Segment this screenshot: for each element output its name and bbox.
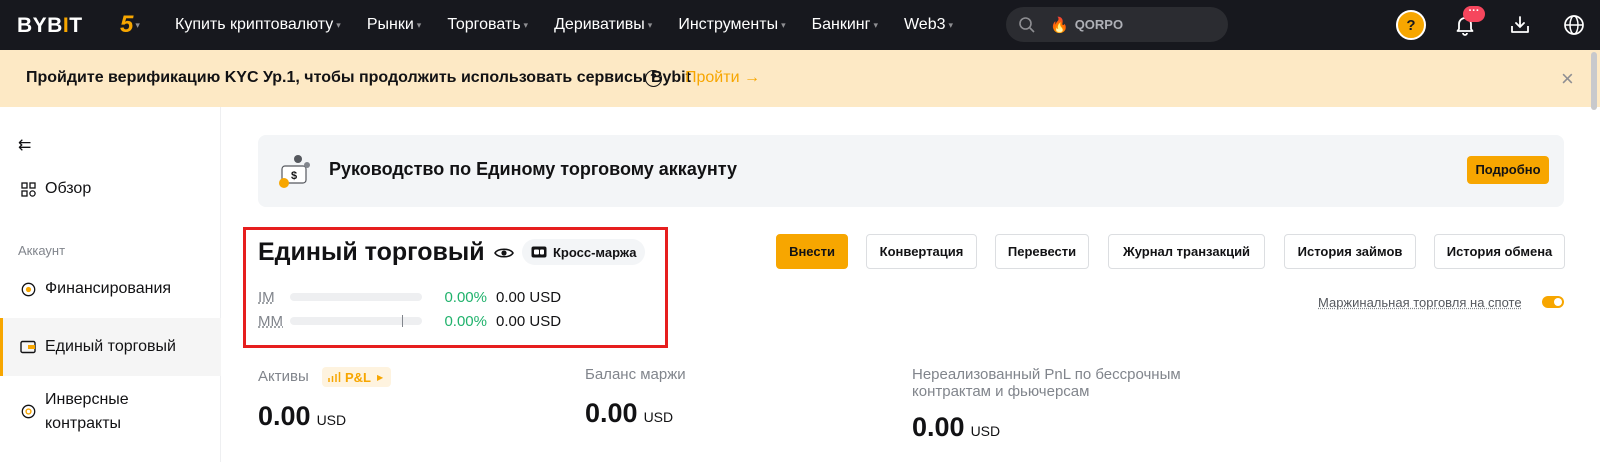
sidebar-item-funding[interactable]: Финансирования bbox=[0, 279, 221, 299]
loan-history-button[interactable]: История займов bbox=[1284, 234, 1416, 269]
language-button[interactable] bbox=[1558, 9, 1590, 41]
details-button[interactable]: Подробно bbox=[1467, 156, 1549, 184]
wallet-icon bbox=[20, 339, 36, 355]
sidebar-item-label: Обзор bbox=[45, 180, 92, 197]
highlight-box bbox=[243, 227, 668, 348]
nav-web3[interactable]: Web3 ▾ bbox=[904, 16, 953, 34]
user-avatar[interactable]: ? bbox=[1395, 9, 1427, 41]
chevron-down-icon: ▾ bbox=[647, 19, 653, 30]
assets-value: 0.00 USD bbox=[258, 401, 347, 431]
anniversary-menu[interactable]: 5 ▾ bbox=[120, 11, 148, 38]
convert-button[interactable]: Конвертация bbox=[866, 234, 977, 269]
guide-title: Руководство по Единому торговому аккаунт… bbox=[329, 159, 737, 179]
chevron-down-icon: ▾ bbox=[948, 19, 954, 30]
unrealized-pnl-label: Нереализованный PnL по бессрочным контра… bbox=[912, 366, 1181, 400]
spot-margin-toggle[interactable] bbox=[1542, 296, 1564, 308]
kyc-banner: Пройдите верификацию KYC Ур.1, чтобы про… bbox=[0, 50, 1600, 107]
chevron-down-icon: ▾ bbox=[135, 19, 140, 30]
deposit-button[interactable]: Внести bbox=[776, 234, 848, 269]
spot-margin-label: Маржинальная торговля на споте bbox=[1318, 295, 1522, 310]
sidebar-item-label: Финансирования bbox=[45, 280, 172, 297]
sidebar-item-label: Единый торговый bbox=[45, 338, 176, 355]
download-icon bbox=[1511, 16, 1529, 33]
unified-account-guide-banner: $ Руководство по Единому торговому аккау… bbox=[258, 135, 1564, 207]
sidebar-item-unified-trading[interactable]: Единый торговый bbox=[0, 318, 221, 376]
margin-balance-label: Баланс маржи bbox=[585, 366, 686, 383]
chevron-down-icon: ▾ bbox=[523, 19, 529, 30]
search-bar[interactable]: 🔥 bbox=[1006, 7, 1228, 42]
coin-icon bbox=[20, 281, 36, 297]
avatar: ? bbox=[1396, 10, 1426, 40]
guide-illustration-icon: $ bbox=[279, 155, 310, 188]
grid-icon bbox=[20, 181, 36, 197]
nav-derivatives[interactable]: Деривативы ▾ bbox=[554, 16, 652, 34]
anniversary-icon: 5 bbox=[120, 11, 134, 38]
pnl-button[interactable]: P&L ▶ bbox=[322, 367, 392, 387]
margin-balance-value: 0.00 USD bbox=[585, 398, 674, 428]
sidebar-item-label: Инверсные контракты bbox=[45, 391, 129, 432]
toggle-knob bbox=[1554, 298, 1562, 306]
notification-badge: ··· bbox=[1463, 6, 1485, 22]
download-app-button[interactable] bbox=[1504, 9, 1536, 41]
transfer-button[interactable]: Перевести bbox=[995, 234, 1089, 269]
chevron-down-icon: ▾ bbox=[781, 19, 786, 30]
search-input[interactable] bbox=[1074, 17, 1225, 32]
bybit-logo[interactable]: BYBIT bbox=[17, 14, 83, 38]
kyc-message: Пройдите верификацию KYC Ур.1, чтобы про… bbox=[26, 69, 691, 86]
collapse-sidebar-icon[interactable]: ⇇ bbox=[18, 135, 31, 155]
kyc-go-link[interactable]: Пройти → bbox=[685, 69, 760, 87]
unrealized-pnl-value: 0.00 USD bbox=[912, 412, 1001, 442]
sidebar-item-inverse[interactable]: Инверсные контракты bbox=[0, 388, 221, 438]
transaction-log-button[interactable]: Журнал транзакций bbox=[1108, 234, 1265, 269]
sidebar-section-account: Аккаунт bbox=[18, 243, 66, 258]
scrollbar[interactable] bbox=[1591, 52, 1597, 110]
top-navigation-bar: BYBIT 5 ▾ Купить криптовалюту ▾ Рынки ▾ То… bbox=[0, 0, 1600, 50]
sidebar: ⇇ Обзор Аккаунт Финансирования Единый то… bbox=[0, 107, 221, 462]
nav-tools[interactable]: Инструменты ▾ bbox=[678, 16, 785, 34]
pnl-chart-icon bbox=[328, 372, 341, 382]
sidebar-item-overview[interactable]: Обзор bbox=[0, 179, 221, 199]
fire-icon: 🔥 bbox=[1050, 16, 1069, 34]
svg-text:$: $ bbox=[291, 170, 297, 182]
nav-buy-crypto[interactable]: Купить криптовалюту ▾ bbox=[175, 16, 341, 34]
nav-trade[interactable]: Торговать ▾ bbox=[447, 16, 528, 34]
help-icon[interactable]: ? bbox=[645, 70, 662, 87]
main-nav: Купить криптовалюту ▾ Рынки ▾ Торговать ▾ Д… bbox=[175, 0, 979, 50]
exchange-history-button[interactable]: История обмена bbox=[1434, 234, 1565, 269]
chevron-down-icon: ▾ bbox=[873, 19, 878, 30]
chevron-right-icon: ▶ bbox=[377, 372, 384, 382]
nav-banking[interactable]: Банкинг ▾ bbox=[812, 16, 878, 34]
chevron-down-icon: ▾ bbox=[416, 19, 422, 30]
globe-icon bbox=[1564, 15, 1584, 35]
assets-label: Активы bbox=[258, 368, 309, 385]
close-icon[interactable]: × bbox=[1561, 66, 1574, 92]
search-icon bbox=[1019, 16, 1035, 33]
chevron-down-icon: ▾ bbox=[336, 19, 341, 30]
nav-markets[interactable]: Рынки ▾ bbox=[367, 16, 421, 34]
inverse-icon bbox=[20, 403, 36, 419]
pnl-badge-label: P&L bbox=[345, 369, 371, 385]
